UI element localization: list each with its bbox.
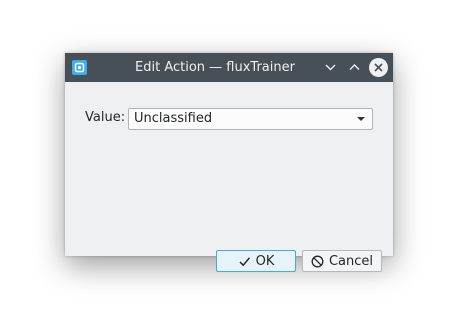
app-icon[interactable]: [72, 60, 87, 75]
window-title: Edit Action — fluxTrainer: [135, 60, 295, 75]
ok-button[interactable]: OK: [216, 250, 296, 272]
close-icon: [369, 58, 388, 77]
dialog-content: Value: Unclassified OK Cancel: [65, 82, 393, 272]
chevron-down-icon: [325, 64, 336, 71]
cancel-circle-icon: [311, 255, 324, 268]
checkmark-icon: [238, 255, 251, 268]
maximize-button[interactable]: [344, 57, 365, 78]
minimize-button[interactable]: [320, 57, 341, 78]
close-button[interactable]: [368, 57, 389, 78]
edit-action-dialog: Edit Action — fluxTrainer Value: Unclass…: [65, 53, 393, 272]
titlebar[interactable]: Edit Action — fluxTrainer: [65, 53, 393, 82]
value-selected-text: Unclassified: [134, 111, 213, 126]
cancel-label: Cancel: [328, 253, 374, 269]
cancel-button[interactable]: Cancel: [302, 250, 382, 272]
value-label: Value:: [85, 110, 126, 125]
ok-label: OK: [255, 253, 275, 269]
chevron-up-icon: [349, 64, 360, 70]
dropdown-arrow-icon: [357, 117, 365, 121]
value-combobox[interactable]: Unclassified: [128, 108, 373, 130]
